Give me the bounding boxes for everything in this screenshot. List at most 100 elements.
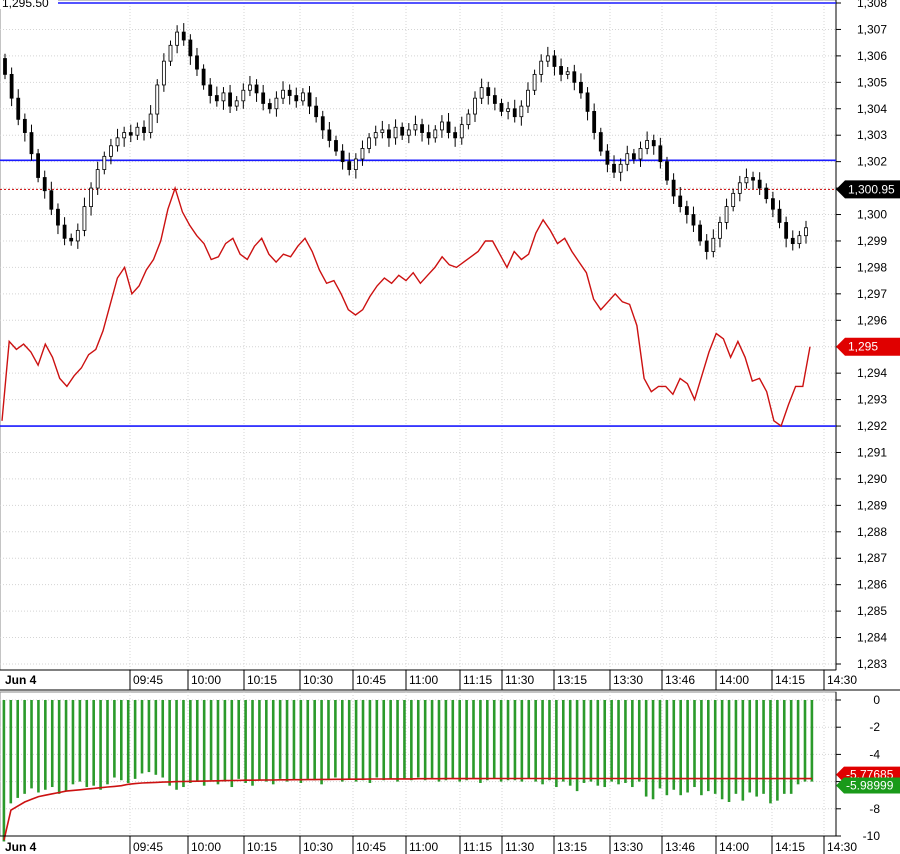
candle-body [592,111,597,133]
indicator-bar [237,700,241,779]
indicator-bar [776,700,779,801]
candle-body [393,126,398,139]
candle-body [320,116,325,131]
candle-body [135,126,140,136]
indicator-bar [327,700,330,779]
indicator-x-tick-label: 11:15 [463,840,492,854]
candle-body [161,60,166,86]
indicator-bar [120,700,123,781]
candle-body [724,206,729,223]
candle-body [718,222,722,239]
candle-body [777,208,782,223]
indicator-bar [113,700,116,778]
price-y-tick-label: 1,283 [857,657,887,671]
candle-body [612,163,616,173]
candle-body [453,132,458,139]
candle-body [36,153,40,178]
last-price-tag-text: 1,300.95 [848,182,895,196]
indicator-bar [520,700,524,782]
indicator-bar [782,700,786,794]
candle-body [446,121,451,133]
indicator-bar [223,700,227,782]
indicator-bar [92,700,95,786]
candle-body [744,177,749,184]
candle-body [618,163,623,173]
candle-body [406,129,411,136]
candle-body [175,31,180,46]
candle-body [56,208,60,226]
candle-body [684,206,689,215]
candle-body [440,121,444,131]
indicator-x-tick-label: 14:15 [775,840,805,854]
indicator-bar [437,700,441,782]
indicator-date-label: Jun 4 [5,840,37,854]
candle-body [572,71,577,83]
indicator-bar [707,700,710,792]
indicator-bar [458,700,461,782]
indicator-bar [534,700,537,782]
candle-body [486,87,491,96]
indicator-bar [734,700,738,794]
candle-body [532,73,537,91]
candle-body [69,237,74,242]
candle-body [254,84,259,94]
price-y-tick-label: 1,285 [857,604,887,618]
indicator-bar [720,700,724,800]
indicator-bar [182,700,185,788]
candle-body [459,124,464,139]
indicator-bar [410,700,413,781]
candle-body [678,195,683,207]
stock-chart: 1,308 1,307 1,306 1,305 1,304 1,303 1,302 1,300… [0,0,900,854]
price-date-label: Jun 4 [5,673,37,687]
indicator-bar [589,700,593,782]
price-x-tick-label: 11:30 [505,673,534,687]
candle-body [82,206,87,231]
price-x-tick-label: 10:15 [247,673,277,687]
candle-body [122,132,127,139]
candle-body [294,95,299,102]
indicator-bar [741,700,745,801]
indicator-bar [209,700,213,781]
candle-body [353,158,358,170]
indicator-x-tick-label: 14:00 [719,840,749,854]
candle-body [274,97,279,110]
indicator-bar [230,700,234,788]
indicator-bar [658,700,662,789]
indicator-bar [99,700,102,790]
indicator-bar [596,700,600,786]
indicator-bar [216,700,220,785]
candle-body [479,87,484,99]
indicator-bar [679,700,682,796]
candle-body [181,31,186,41]
candle-body [142,126,146,133]
indicator-bar [382,700,386,781]
indicator-value-tag-text: -5.98999 [846,778,894,792]
indicator-bar [161,700,165,778]
price-y-tick-label: 1,286 [857,578,887,592]
candle-body [115,137,120,147]
price-y-tick-label: 1,297 [857,287,887,301]
candle-body [16,97,21,120]
indicator-bar [631,700,634,788]
candle-body [638,148,643,160]
indicator-bar [50,700,54,788]
price-y-tick-label: 1,298 [857,260,887,274]
indicator-y-tick-label: -10 [863,829,881,843]
indicator-bar [361,700,365,781]
candle-body [367,137,371,149]
indicator-bar [396,700,399,782]
candle-body [790,237,795,245]
candle-body [737,182,742,194]
candle-body [347,161,352,170]
candle-body [552,55,557,67]
candle-body [49,190,54,210]
candle-body [155,84,160,115]
price-y-tick-label: 1,284 [857,631,887,645]
candle-body [195,55,199,70]
indicator-bar [465,700,468,781]
indicator-bar [44,700,47,790]
price-y-tick-label: 1,293 [857,393,887,407]
price-panel: 1,308 1,307 1,306 1,305 1,304 1,303 1,302 1,300… [0,0,900,691]
indicator-bar [755,700,758,797]
price-x-tick-label: 13:30 [613,673,643,687]
